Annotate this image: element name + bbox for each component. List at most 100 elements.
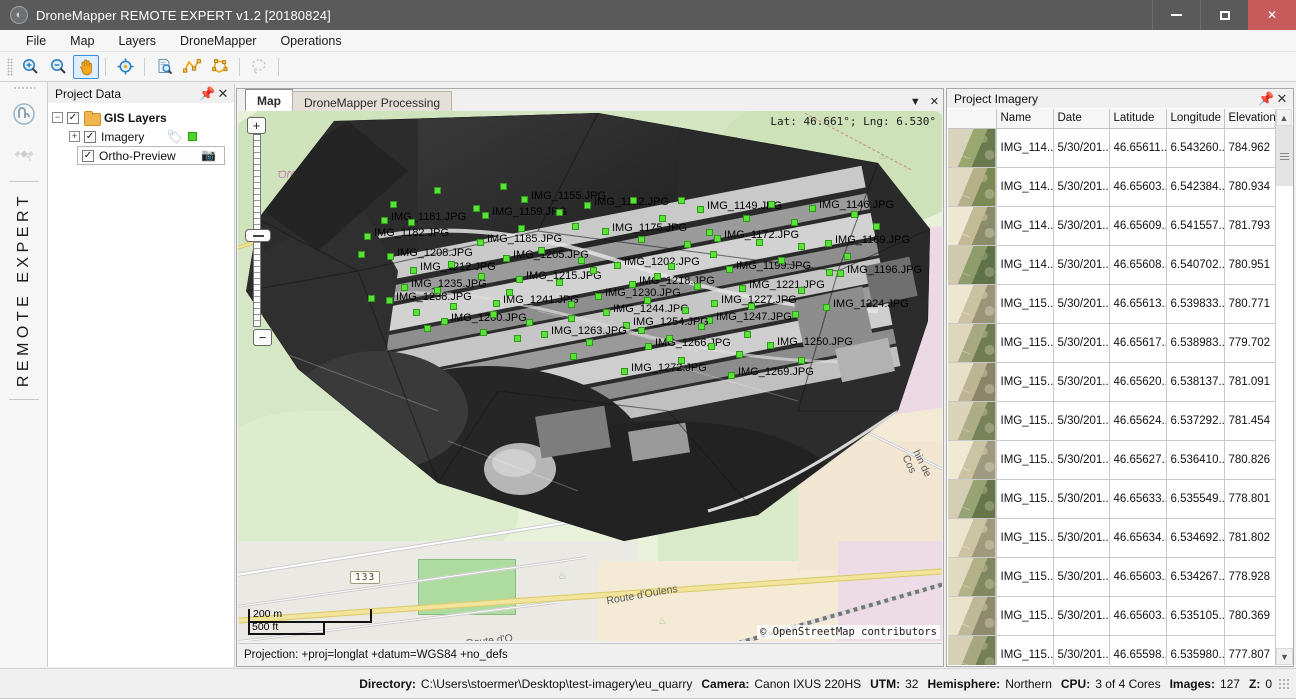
row-thumbnail-cell[interactable] bbox=[948, 440, 997, 480]
zoom-out-button[interactable] bbox=[45, 55, 71, 79]
satellite-icon[interactable] bbox=[7, 137, 41, 171]
pin-icon[interactable]: 📌 bbox=[199, 86, 215, 102]
minimize-button[interactable] bbox=[1152, 0, 1200, 30]
row-date-cell[interactable]: 5/30/201... bbox=[1053, 557, 1110, 597]
table-row[interactable]: IMG_115... 5/30/201... 46.65634... 6.534692… bbox=[948, 518, 1275, 558]
image-marker[interactable] bbox=[603, 309, 610, 316]
row-longitude-cell[interactable]: 6.534692... bbox=[1166, 518, 1225, 558]
table-row[interactable]: IMG_115... 5/30/201... 46.65624... 6.537292… bbox=[948, 401, 1275, 441]
image-marker[interactable] bbox=[697, 206, 704, 213]
row-date-cell[interactable]: 5/30/201... bbox=[1053, 323, 1110, 363]
table-row[interactable]: IMG_115... 5/30/201... 46.65603... 6.535105… bbox=[948, 596, 1275, 636]
row-name-cell[interactable]: IMG_115... bbox=[996, 518, 1054, 558]
image-marker[interactable] bbox=[584, 202, 591, 209]
table-row[interactable]: IMG_115... 5/30/201... 46.65598... 6.535980… bbox=[948, 635, 1275, 665]
row-name-cell[interactable]: IMG_115... bbox=[996, 596, 1054, 636]
image-marker[interactable] bbox=[728, 372, 735, 379]
close-icon[interactable]: ✕ bbox=[215, 86, 231, 102]
row-latitude-cell[interactable]: 46.65617... bbox=[1109, 323, 1167, 363]
row-name-cell[interactable]: IMG_114... bbox=[996, 167, 1054, 207]
row-elevation-cell[interactable]: 780.826 bbox=[1224, 440, 1275, 480]
row-longitude-cell[interactable]: 6.537292... bbox=[1166, 401, 1225, 441]
pin-icon[interactable]: 📌 bbox=[1258, 91, 1274, 107]
measure-line-button[interactable] bbox=[179, 55, 205, 79]
table-row[interactable]: IMG_115... 5/30/201... 46.65603... 6.534267… bbox=[948, 557, 1275, 597]
image-marker[interactable] bbox=[387, 253, 394, 260]
row-name-cell[interactable]: IMG_115... bbox=[996, 440, 1054, 480]
close-button[interactable]: ✕ bbox=[1248, 0, 1296, 30]
table-row[interactable]: IMG_114... 5/30/201... 46.65609... 6.541557… bbox=[948, 206, 1275, 246]
row-date-cell[interactable]: 5/30/201... bbox=[1053, 362, 1110, 402]
row-name-cell[interactable]: IMG_115... bbox=[996, 635, 1054, 665]
row-longitude-cell[interactable]: 6.541557... bbox=[1166, 206, 1225, 246]
row-date-cell[interactable]: 5/30/201... bbox=[1053, 206, 1110, 246]
image-marker[interactable] bbox=[381, 217, 388, 224]
row-latitude-cell[interactable]: 46.65627... bbox=[1109, 440, 1167, 480]
tree-node-gis-layers[interactable]: − ✓ GIS Layers bbox=[52, 108, 230, 127]
row-latitude-cell[interactable]: 46.65634... bbox=[1109, 518, 1167, 558]
image-marker[interactable] bbox=[823, 304, 830, 311]
row-thumbnail-cell[interactable] bbox=[948, 362, 997, 402]
scrollbar-thumb[interactable] bbox=[1276, 126, 1293, 186]
row-thumbnail-cell[interactable] bbox=[948, 323, 997, 363]
zoom-in-button[interactable] bbox=[17, 55, 43, 79]
image-marker[interactable] bbox=[767, 342, 774, 349]
row-elevation-cell[interactable]: 781.091 bbox=[1224, 362, 1275, 402]
row-elevation-cell[interactable]: 781.454 bbox=[1224, 401, 1275, 441]
table-row[interactable]: IMG_114... 5/30/201... 46.65608... 6.540702… bbox=[948, 245, 1275, 285]
image-marker[interactable] bbox=[739, 285, 746, 292]
table-row[interactable]: IMG_114... 5/30/201... 46.65611... 6.543260… bbox=[948, 128, 1275, 168]
row-longitude-cell[interactable]: 6.536410... bbox=[1166, 440, 1225, 480]
close-icon[interactable]: ✕ bbox=[930, 95, 939, 108]
row-elevation-cell[interactable]: 781.802 bbox=[1224, 518, 1275, 558]
row-thumbnail-cell[interactable] bbox=[948, 284, 997, 324]
image-marker[interactable] bbox=[595, 293, 602, 300]
expand-toggle-icon[interactable]: + bbox=[69, 131, 80, 142]
image-marker[interactable] bbox=[441, 318, 448, 325]
image-marker[interactable] bbox=[493, 300, 500, 307]
row-date-cell[interactable]: 5/30/201... bbox=[1053, 401, 1110, 441]
image-marker[interactable] bbox=[503, 255, 510, 262]
table-row[interactable]: IMG_115... 5/30/201... 46.65627... 6.536410… bbox=[948, 440, 1275, 480]
collapse-toggle-icon[interactable]: − bbox=[52, 112, 63, 123]
image-marker[interactable] bbox=[809, 205, 816, 212]
image-marker[interactable] bbox=[541, 331, 548, 338]
camera-icon[interactable]: 📷 bbox=[201, 149, 218, 162]
image-marker[interactable] bbox=[602, 228, 609, 235]
row-elevation-cell[interactable]: 779.702 bbox=[1224, 323, 1275, 363]
row-latitude-cell[interactable]: 46.65633... bbox=[1109, 479, 1167, 519]
column-header-latitude[interactable]: Latitude bbox=[1109, 109, 1167, 129]
column-header-longitude[interactable]: Longitude bbox=[1166, 109, 1225, 129]
checkbox-gis-layers[interactable]: ✓ bbox=[67, 111, 79, 124]
row-date-cell[interactable]: 5/30/201... bbox=[1053, 128, 1110, 168]
row-date-cell[interactable]: 5/30/201... bbox=[1053, 596, 1110, 636]
imagery-vertical-scrollbar[interactable]: ▲ ▼ bbox=[1275, 109, 1293, 665]
row-latitude-cell[interactable]: 46.65608... bbox=[1109, 245, 1167, 285]
row-date-cell[interactable]: 5/30/201... bbox=[1053, 284, 1110, 324]
row-date-cell[interactable]: 5/30/201... bbox=[1053, 440, 1110, 480]
zoom-in-button-map[interactable]: + bbox=[247, 117, 266, 134]
row-elevation-cell[interactable]: 778.801 bbox=[1224, 479, 1275, 519]
table-row[interactable]: IMG_115... 5/30/201... 46.65617... 6.538983… bbox=[948, 323, 1275, 363]
tree-node-imagery[interactable]: + ✓ Imagery 🏷 bbox=[52, 127, 230, 146]
image-marker[interactable] bbox=[386, 297, 393, 304]
image-marker[interactable] bbox=[516, 276, 523, 283]
row-thumbnail-cell[interactable] bbox=[948, 206, 997, 246]
menu-operations[interactable]: Operations bbox=[268, 32, 353, 50]
row-longitude-cell[interactable]: 6.535549... bbox=[1166, 479, 1225, 519]
row-latitude-cell[interactable]: 46.65624... bbox=[1109, 401, 1167, 441]
row-thumbnail-cell[interactable] bbox=[948, 596, 997, 636]
row-date-cell[interactable]: 5/30/201... bbox=[1053, 245, 1110, 285]
row-name-cell[interactable]: IMG_115... bbox=[996, 323, 1054, 363]
image-marker[interactable] bbox=[410, 267, 417, 274]
tab-map[interactable]: Map bbox=[245, 89, 293, 111]
chevron-down-icon[interactable]: ▼ bbox=[910, 96, 921, 108]
row-date-cell[interactable]: 5/30/201... bbox=[1053, 635, 1110, 665]
row-longitude-cell[interactable]: 6.539833... bbox=[1166, 284, 1225, 324]
zoom-slider-thumb[interactable] bbox=[245, 229, 271, 242]
table-row[interactable]: IMG_115... 5/30/201... 46.65613... 6.539833… bbox=[948, 284, 1275, 324]
menu-dronemapper[interactable]: DroneMapper bbox=[168, 32, 268, 50]
row-date-cell[interactable]: 5/30/201... bbox=[1053, 167, 1110, 207]
row-latitude-cell[interactable]: 46.65620... bbox=[1109, 362, 1167, 402]
row-latitude-cell[interactable]: 46.65613... bbox=[1109, 284, 1167, 324]
